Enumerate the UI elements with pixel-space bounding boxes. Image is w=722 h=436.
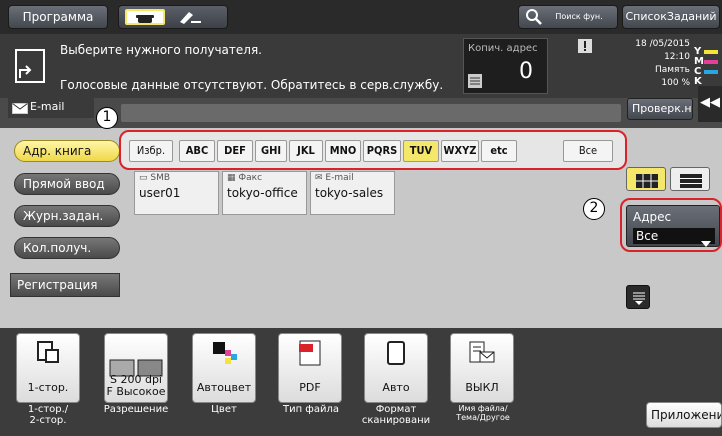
scan-size-label: Формат сканировани [361, 404, 431, 426]
address-entry[interactable]: ✉ E-mail tokyo-sales [310, 171, 395, 215]
side-registration[interactable]: Регистрация [10, 273, 120, 297]
toner-indicator: Y M C K [694, 40, 720, 87]
email-tab-label: E-mail [30, 100, 65, 113]
time-text: 12:10 [664, 52, 690, 62]
application-button[interactable]: Приложение [646, 402, 722, 428]
job-list-button[interactable]: СписокЗаданий [622, 5, 720, 29]
mode-toggle[interactable] [118, 5, 228, 29]
view-toggle [626, 167, 716, 193]
pdf-icon [299, 340, 321, 370]
duplex-value: 1-стор. [27, 381, 69, 394]
filter-ghi[interactable]: GHI [255, 140, 287, 162]
filter-abc[interactable]: ABC [179, 140, 215, 162]
scroll-down-button[interactable] [626, 285, 650, 309]
entry-name: tokyo-office [227, 186, 298, 200]
resolution-button[interactable]: S 200 dpi F Высокое [104, 333, 168, 403]
copies-label: Копич. адрес [468, 43, 538, 54]
address-entry[interactable]: ▭ SMB user01 [134, 171, 219, 215]
memory-value: 100 % [661, 78, 690, 88]
phone-handset-icon[interactable] [177, 8, 203, 33]
color-value: Автоцвет [196, 381, 252, 394]
file-type-button[interactable]: PDF [278, 333, 342, 403]
top-bar: Программа Поиск фун. СписокЗаданий [0, 0, 722, 34]
envelope-icon: ✉ [315, 173, 326, 183]
side-multi-destination[interactable]: Кол.получ. [14, 237, 120, 259]
resolution-value: S 200 dpi F Высокое [106, 373, 166, 398]
file-name-label: Имя файла/ Тема/Другое [456, 404, 510, 422]
fax-icon: ▦ [227, 173, 239, 183]
document-email-icon [468, 340, 496, 368]
date-time-display: 18 /05/2015 12:10 Память 100 % [612, 38, 690, 96]
address-type-label: Адрес [633, 210, 672, 224]
list-icon [680, 173, 702, 192]
copies-value: 0 [519, 59, 533, 84]
entry-type: SMB [150, 173, 171, 183]
entry-name: user01 [139, 186, 181, 200]
side-direct-input[interactable]: Прямой ввод [14, 173, 120, 195]
document-icon [14, 48, 46, 88]
filter-tuv[interactable]: TUV [403, 140, 439, 162]
single-sided-icon [36, 340, 60, 368]
file-type-value: PDF [299, 381, 321, 394]
filter-all[interactable]: Все [563, 140, 613, 162]
filter-favorites[interactable]: Избр. [129, 140, 173, 162]
email-tab[interactable]: E-mail [8, 98, 94, 118]
list-view-button[interactable] [670, 167, 710, 191]
status-message-voice: Голосовые данные отсутствуют. Обратитесь… [60, 78, 444, 92]
scan-size-value: Авто [382, 381, 410, 394]
list-scroll-icon [632, 290, 646, 310]
entry-type: Факс [238, 173, 263, 183]
list-icon[interactable] [468, 73, 482, 92]
color-icon [211, 340, 237, 368]
color-label: Цвет [211, 404, 237, 415]
search-icon [525, 8, 543, 35]
duplex-label: 1-стор./ 2-стор. [27, 404, 69, 426]
warning-icon [578, 38, 592, 57]
check-button[interactable]: Проверк.н [627, 98, 693, 120]
callout-1: 1 [96, 107, 118, 129]
grid-view-button[interactable] [626, 167, 666, 191]
program-button[interactable]: Программа [8, 5, 108, 29]
fax-mode-icon[interactable] [125, 9, 165, 25]
address-entry[interactable]: ▦ Факс tokyo-office [222, 171, 307, 215]
filter-pqrs[interactable]: PQRS [363, 140, 401, 162]
destination-field[interactable] [121, 104, 621, 122]
duplex-button[interactable]: 1-стор. [16, 333, 80, 403]
computer-icon: ▭ [139, 173, 151, 183]
search-function-label: Поиск фун. [555, 12, 603, 21]
color-button[interactable]: Автоцвет [192, 333, 256, 403]
side-address-book[interactable]: Адр. книга [14, 140, 120, 162]
side-job-log[interactable]: Журн.задан. [14, 205, 120, 227]
page-icon [386, 340, 406, 370]
filter-wxyz[interactable]: WXYZ [441, 140, 479, 162]
grid-icon [636, 173, 658, 192]
scan-size-button[interactable]: Авто [364, 333, 428, 403]
filter-def[interactable]: DEF [217, 140, 253, 162]
collapse-panel-button[interactable]: ◀◀ [698, 86, 722, 122]
dropdown-arrow-icon [701, 232, 711, 251]
entry-type: E-mail [325, 173, 354, 183]
index-filter-bar: Избр. ABC DEF GHI JKL MNO PQRS TUV WXYZ … [119, 130, 627, 170]
file-name-value: ВЫКЛ [465, 381, 499, 394]
address-type-filter[interactable]: Адрес Все [626, 205, 720, 247]
memory-label: Память [654, 65, 690, 75]
control-panel: Программа Поиск фун. СписокЗаданий Выбер… [0, 0, 722, 436]
entry-name: tokyo-sales [315, 186, 384, 200]
file-name-button[interactable]: ВЫКЛ [450, 333, 514, 403]
envelope-icon [12, 102, 28, 120]
filter-etc[interactable]: etc [481, 140, 517, 162]
search-function-button[interactable]: Поиск фун. [518, 5, 618, 29]
double-chevron-left-icon: ◀◀ [700, 95, 720, 110]
callout-2: 2 [583, 198, 605, 220]
copies-box: Копич. адрес 0 [463, 38, 548, 94]
filter-jkl[interactable]: JKL [289, 140, 323, 162]
filter-mno[interactable]: MNO [325, 140, 361, 162]
status-message-select: Выберите нужного получателя. [60, 43, 262, 57]
date-text: 18 /05/2015 [635, 39, 690, 49]
file-type-label: Тип файла [282, 404, 340, 415]
resolution-label: Разрешение [103, 404, 169, 415]
